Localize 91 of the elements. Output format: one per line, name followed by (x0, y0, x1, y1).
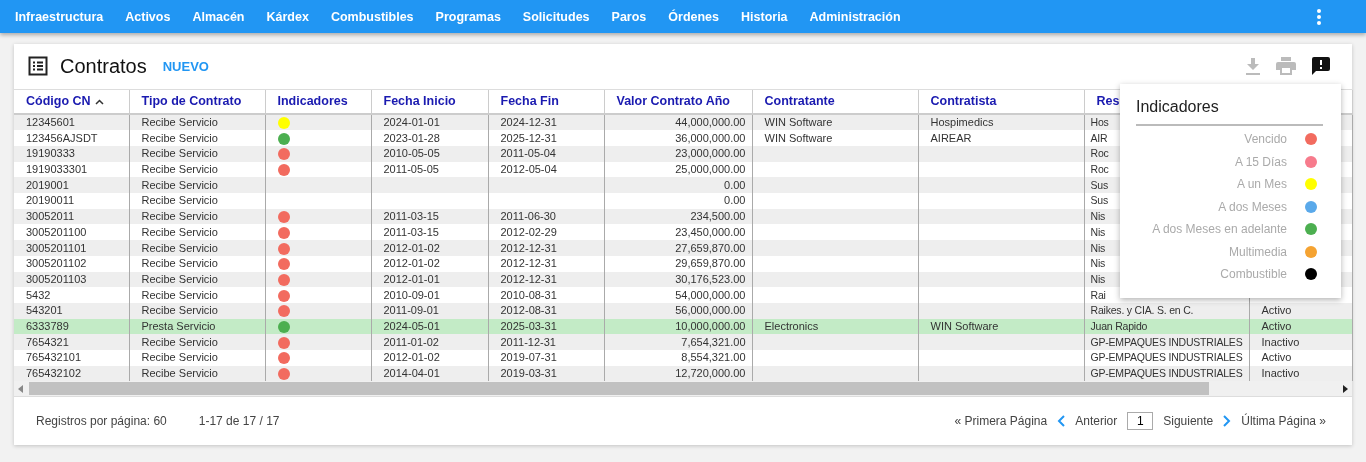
table-cell: 2011-01-02 (371, 334, 488, 350)
legend-title: Indicadores (1136, 98, 1323, 126)
feedback-icon[interactable] (1312, 57, 1330, 76)
table-cell: 8,554,321.00 (604, 350, 752, 366)
more-options-icon[interactable] (1316, 7, 1322, 26)
table-cell: 2011-06-30 (488, 208, 604, 225)
column-header[interactable]: Contratista (918, 89, 1084, 114)
table-cell: Recibe Servicio (129, 271, 265, 288)
column-header[interactable]: Fecha Fin (488, 89, 604, 114)
table-cell: Recibe Servicio (129, 193, 265, 209)
print-icon[interactable] (1276, 57, 1296, 76)
table-cell: 2019001 (14, 177, 129, 194)
table-cell: 2012-01-02 (371, 350, 488, 366)
table-cell: 2012-01-02 (371, 240, 488, 256)
table-cell: 3005201101 (14, 240, 129, 256)
column-header[interactable]: Indicadores (265, 89, 371, 114)
table-cell: 2011-03-15 (371, 208, 488, 225)
column-header[interactable]: Contratante (752, 89, 918, 114)
column-header[interactable]: Tipo de Contrato (129, 89, 265, 114)
table-cell: Inactivo (1249, 334, 1352, 350)
table-cell: GP-EMPAQUES INDUSTRIALES (1084, 334, 1249, 350)
table-cell: 2012-12-31 (488, 255, 604, 272)
table-cell: Recibe Servicio (129, 255, 265, 272)
table-cell: 7,654,321.00 (604, 334, 752, 350)
table-cell: 19190333 (14, 146, 129, 162)
table-cell: 2014-04-01 (371, 365, 488, 382)
table-cell: Activo (1249, 302, 1352, 319)
page-size-label: Registros por página: 60 (36, 414, 167, 429)
table-cell: 2012-12-31 (488, 240, 604, 256)
table-cell: 2011-09-01 (371, 302, 488, 319)
table-cell: GP-EMPAQUES INDUSTRIALES (1084, 365, 1249, 382)
table-cell: 2012-12-31 (488, 271, 604, 288)
download-icon[interactable] (1246, 57, 1260, 75)
table-cell: Recibe Servicio (129, 240, 265, 256)
table-cell: 2011-05-04 (488, 146, 604, 162)
table-cell: 2012-08-31 (488, 302, 604, 319)
table-cell: 30,176,523.00 (604, 271, 752, 288)
table-cell: 2012-01-01 (371, 271, 488, 288)
table-cell: 0.00 (604, 177, 752, 194)
table-cell: GP-EMPAQUES INDUSTRIALES (1084, 350, 1249, 366)
table-cell: 2010-05-05 (371, 146, 488, 162)
table-cell: 12,720,000.00 (604, 365, 752, 382)
column-header[interactable]: Valor Contrato Año (604, 89, 752, 114)
table-cell: 2019-07-31 (488, 350, 604, 366)
table-cell: 7654321 (14, 334, 129, 350)
table-cell: 765432101 (14, 350, 129, 366)
column-header[interactable]: Código CN (14, 89, 129, 114)
table-cell: Recibe Servicio (129, 302, 265, 319)
table-cell: 543201 (14, 302, 129, 319)
first-page-link[interactable]: « Primera Página (954, 414, 1048, 429)
table-cell: 20190011 (14, 193, 129, 209)
table-cell: Recibe Servicio (129, 287, 265, 303)
table-cell: Inactivo (1249, 365, 1352, 382)
table-cell: 23,000,000.00 (604, 146, 752, 162)
scroll-left-icon[interactable] (18, 384, 24, 393)
column-header[interactable]: Fecha Inicio (371, 89, 488, 114)
table-cell: Activo (1249, 350, 1352, 366)
table-cell: 2012-01-02 (371, 255, 488, 272)
chevron-right-icon[interactable] (1223, 415, 1232, 428)
table-cell: 3005201103 (14, 271, 129, 288)
previous-page-link[interactable]: Anterior (1075, 414, 1118, 429)
table-cell: Raikes. y CIA. S. en C. (1084, 302, 1249, 319)
table-cell: Recibe Servicio (129, 350, 265, 366)
scroll-right-icon[interactable] (1342, 384, 1348, 393)
page-number-field[interactable]: 1 (1127, 412, 1154, 431)
table-cell: 29,659,870.00 (604, 255, 752, 272)
table-cell: 56,000,000.00 (604, 302, 752, 319)
table-cell: Recibe Servicio (129, 177, 265, 194)
table-cell: 0.00 (604, 193, 752, 209)
table-cell: Recibe Servicio (129, 146, 265, 162)
record-range: 1-17 de 17 / 17 (198, 414, 280, 429)
table-cell: 2019-03-31 (488, 365, 604, 382)
horizontal-scrollbar[interactable] (14, 381, 1352, 397)
page-title: Contratos (60, 54, 147, 78)
last-page-link[interactable]: Última Página » (1241, 414, 1326, 429)
table-cell: Recibe Servicio (129, 334, 265, 350)
table-cell: Recibe Servicio (129, 208, 265, 225)
table-cell: 5432 (14, 287, 129, 303)
table-cell: 54,000,000.00 (604, 287, 752, 303)
next-page-link[interactable]: Siguiente (1163, 414, 1214, 429)
list-icon (28, 56, 48, 77)
chevron-left-icon[interactable] (1057, 415, 1066, 428)
table-cell: 765432102 (14, 365, 129, 382)
table-cell: 30052011 (14, 208, 129, 225)
table-cell: 2011-12-31 (488, 334, 604, 350)
table-cell: 27,659,870.00 (604, 240, 752, 256)
table-cell: 234,500.00 (604, 208, 752, 225)
table-cell: 2010-08-31 (488, 287, 604, 303)
table-cell: 2010-09-01 (371, 287, 488, 303)
table-cell: 3005201102 (14, 255, 129, 272)
table-cell: Recibe Servicio (129, 365, 265, 382)
